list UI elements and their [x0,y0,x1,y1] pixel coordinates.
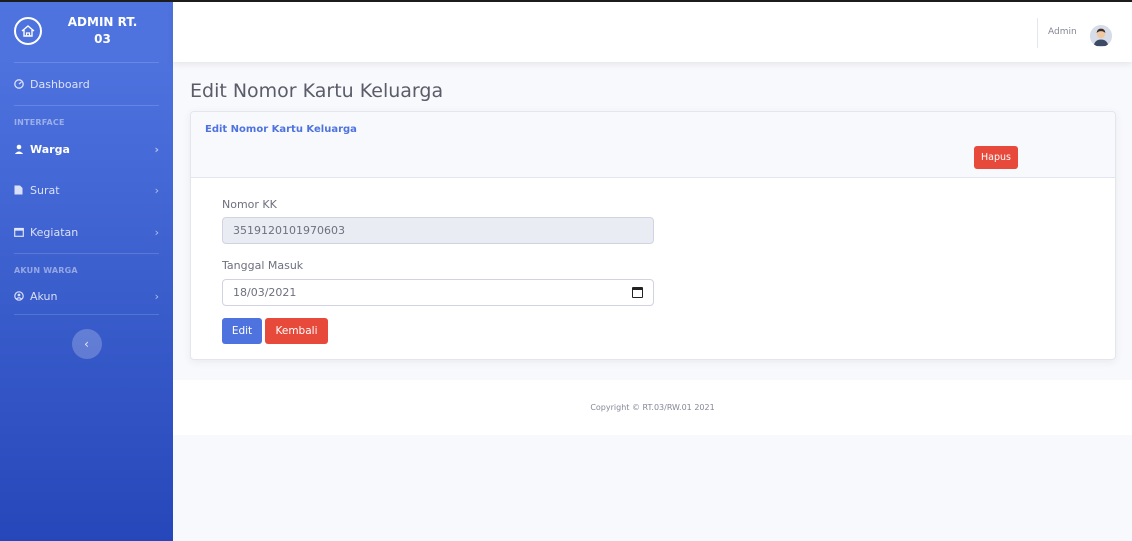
chevron-right-icon: › [154,289,159,303]
sidebar-item-label: Surat [30,183,60,197]
page-title: Edit Nomor Kartu Keluarga [190,80,444,102]
sidebar-toggle-button[interactable]: ‹ [71,329,102,359]
delete-button[interactable]: Hapus [974,146,1018,169]
dashboard-icon [14,79,30,89]
sidebar-toggle-wrap: ‹ [0,315,173,359]
calendar-icon [14,227,30,237]
document-icon [14,185,30,195]
sidebar-heading-akun: AKUN WARGA [14,266,78,275]
tanggal-masuk-input[interactable]: 18/03/2021 [222,279,654,306]
sidebar-heading-interface: INTERFACE [14,118,65,127]
footer: Copyright © RT.03/RW.01 2021 [173,380,1132,435]
nomor-kk-label: Nomor KK [222,198,277,211]
home-logo-icon [14,17,42,45]
tanggal-masuk-value: 18/03/2021 [233,286,297,299]
sidebar-item-label: Akun [30,289,58,303]
chevron-right-icon: › [154,183,159,197]
window-top-edge [0,0,1132,2]
chevron-left-icon: ‹ [84,337,89,351]
account-circle-icon [14,291,30,301]
chevron-right-icon: › [154,225,159,239]
edit-button[interactable]: Edit [222,318,262,344]
sidebar-item-warga[interactable]: Warga › [0,130,173,168]
chevron-right-icon: › [154,142,159,156]
user-name[interactable]: Admin [1048,27,1077,37]
copyright-text: Copyright © RT.03/RW.01 2021 [590,403,715,412]
sidebar-item-label: Kegiatan [30,225,79,239]
nomor-kk-input[interactable]: 3519120101970603 [222,217,654,244]
card-title: Edit Nomor Kartu Keluarga [205,124,357,135]
sidebar-item-kegiatan[interactable]: Kegiatan › [0,211,173,253]
sidebar-brand[interactable]: ADMIN RT. 03 [0,0,173,62]
topbar-divider [1037,18,1038,48]
edit-kk-card: Edit Nomor Kartu Keluarga Hapus Nomor KK… [190,111,1116,360]
sidebar: ADMIN RT. 03 Dashboard INTERFACE Warga ›… [0,0,173,541]
tanggal-masuk-label: Tanggal Masuk [222,259,304,272]
avatar[interactable] [1090,25,1112,47]
topbar: Admin [173,2,1132,62]
sidebar-item-surat[interactable]: Surat › [0,169,173,211]
user-icon [14,144,30,154]
brand-title: ADMIN RT. 03 [67,15,138,46]
sidebar-item-label: Warga [30,142,70,156]
sidebar-item-dashboard[interactable]: Dashboard [0,63,173,105]
calendar-picker-icon[interactable] [632,287,643,298]
back-button[interactable]: Kembali [265,318,328,344]
sidebar-item-label: Dashboard [30,77,90,91]
sidebar-item-akun[interactable]: Akun › [0,278,173,314]
card-header: Edit Nomor Kartu Keluarga Hapus [191,112,1115,178]
nomor-kk-value: 3519120101970603 [233,224,345,237]
